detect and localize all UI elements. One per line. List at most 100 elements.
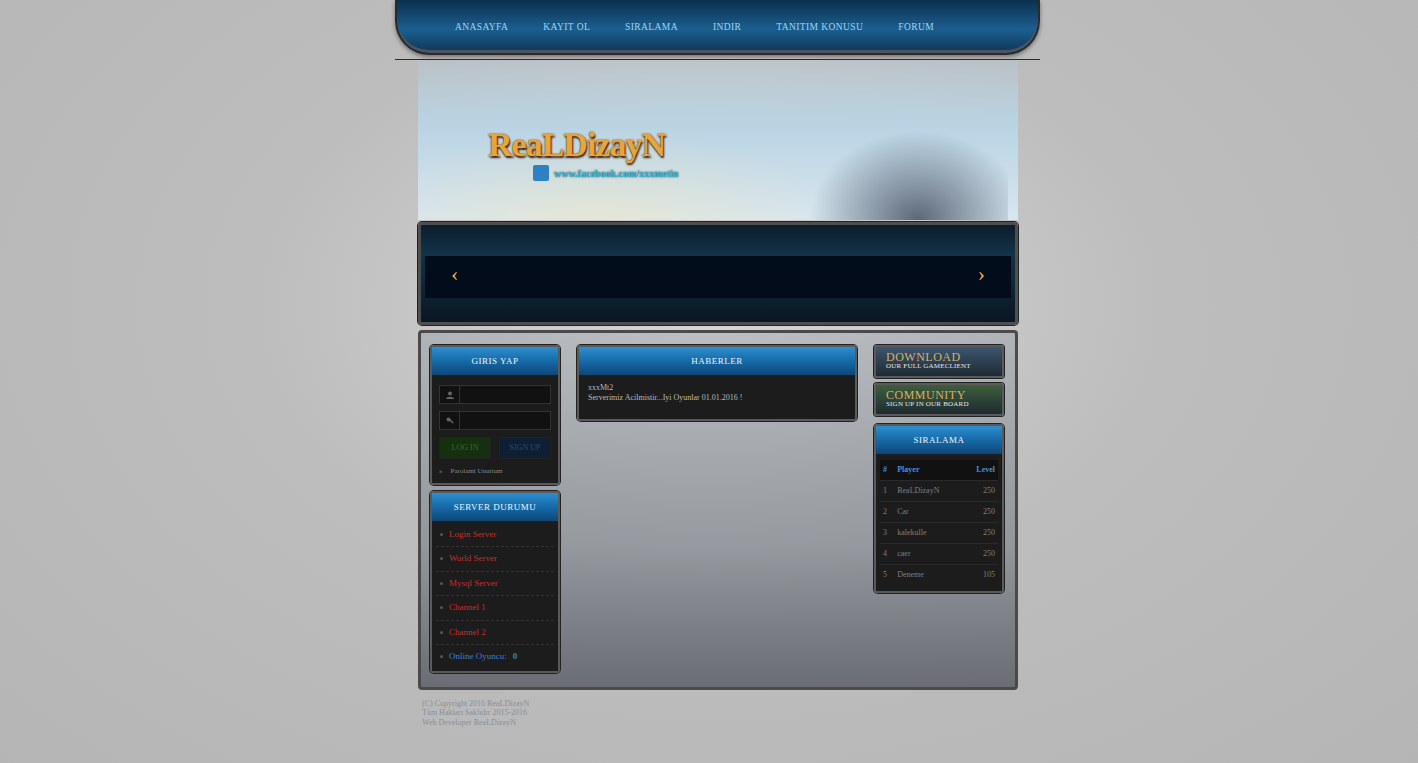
column-header: Level — [963, 460, 998, 481]
ranking-cell: 1 — [880, 481, 894, 502]
hero-art — [808, 130, 1008, 220]
community-button[interactable]: COMMUNITYSIGN UP IN OUR BOARD — [874, 383, 1004, 416]
ranking-cell: 105 — [963, 565, 998, 586]
nav-link[interactable]: INDIR — [713, 0, 741, 53]
ranking-cell: 250 — [963, 523, 998, 544]
slider: ‹› — [418, 222, 1018, 325]
server-row: Channel 1 — [436, 596, 554, 621]
footer-line: (C) Copyright 2016 ReaLDizayN — [422, 699, 1018, 709]
status-dot — [440, 533, 443, 536]
promo-subtitle: OUR FULL GAMECLIENT — [886, 363, 992, 370]
server-row: Channel 2 — [436, 621, 554, 646]
login-field — [439, 385, 551, 404]
ranking-panel: SIRALAMA #PlayerLevel1ReaLDizayN2502Car25… — [874, 424, 1004, 593]
status-dot — [440, 582, 443, 585]
footer-line: Tüm Hakları Saklıdır 2015-2016 — [422, 708, 1018, 718]
forgot-link[interactable]: Parolami Unuttum — [451, 466, 503, 477]
ranking-cell: 250 — [963, 481, 998, 502]
forgot-bullet: » — [439, 466, 443, 477]
ranking-row[interactable]: 1ReaLDizayN250 — [880, 481, 998, 502]
ranking-cell: Car — [894, 502, 963, 523]
ranking-cell: 3 — [880, 523, 894, 544]
promo-subtitle: SIGN UP IN OUR BOARD — [886, 401, 992, 408]
slider-next[interactable]: › — [978, 263, 985, 285]
login-title: GIRIS YAP — [432, 347, 558, 375]
ranking-cell: kalekulle — [894, 523, 963, 544]
ranking-title: SIRALAMA — [876, 426, 1002, 454]
ranking-header: #PlayerLevel — [880, 460, 998, 481]
username-input[interactable] — [460, 386, 550, 403]
server-status-panel: SERVER DURUMU Login Server World Server Mys… — [430, 491, 560, 673]
online-count: 0 — [513, 650, 518, 664]
promo-title: DOWNLOAD — [886, 351, 992, 363]
left-column: GIRIS YAP LOG IN SIGN UP » Parolami Unuttum S… — [430, 345, 560, 679]
login-button[interactable]: LOG IN — [439, 437, 491, 459]
nav-link[interactable]: SIRALAMA — [625, 0, 678, 53]
ranking-table: #PlayerLevel1ReaLDizayN2502Car2503kaleku… — [880, 460, 998, 585]
login-form: LOG IN SIGN UP » Parolami Unuttum — [432, 375, 558, 483]
center-column: HABERLERxxxMt2Serverimiz Acilmistir...Iy… — [577, 345, 857, 679]
column-header: Player — [894, 460, 963, 481]
ranking-cell: Deneme — [894, 565, 963, 586]
ranking-cell: 250 — [963, 544, 998, 565]
promo-title: COMMUNITY — [886, 389, 992, 401]
status-dot — [440, 557, 443, 560]
ranking-cell: caer — [894, 544, 963, 565]
key-icon — [446, 417, 454, 425]
status-dot — [440, 606, 443, 609]
ranking-body: #PlayerLevel1ReaLDizayN2502Car2503kaleku… — [876, 454, 1002, 591]
server-name: Login Server — [449, 528, 496, 542]
online-players: Online Oyuncu: 0 — [436, 645, 554, 669]
content: ReaLDizayNwww.facebook.com/xxxmetin‹›GIR… — [418, 60, 1018, 727]
header-row: #PlayerLevel — [880, 460, 998, 481]
ranking-row[interactable]: 2Car250 — [880, 502, 998, 523]
news-heading: xxxMt2 — [588, 383, 846, 393]
online-label: Online Oyuncu: — [449, 650, 507, 664]
password-input[interactable] — [460, 412, 550, 429]
server-row: World Server — [436, 547, 554, 572]
ranking-cell: 5 — [880, 565, 894, 586]
login-panel: GIRIS YAP LOG IN SIGN UP » Parolami Unuttum — [430, 345, 560, 485]
slider-band — [425, 256, 1011, 298]
news-title: HABERLER — [579, 347, 855, 375]
server-name: Mysql Server — [449, 577, 498, 591]
login-field — [439, 411, 551, 430]
user-icon-cell — [440, 386, 460, 403]
status-dot — [440, 631, 443, 634]
server-name: Channel 1 — [449, 601, 486, 615]
login-buttons: LOG IN SIGN UP — [439, 437, 551, 459]
key-icon-cell — [440, 412, 460, 429]
nav-link[interactable]: KAYIT OL — [543, 0, 590, 53]
server-row: Login Server — [436, 523, 554, 548]
ranking-cell: 250 — [963, 502, 998, 523]
ranking-row[interactable]: 4caer250 — [880, 544, 998, 565]
nav-link[interactable]: ANASAYFA — [455, 0, 508, 53]
signup-button[interactable]: SIGN UP — [499, 437, 551, 459]
page: ANASAYFA KAYIT OL SIRALAMA INDIR TANITIM KON… — [395, 0, 1040, 727]
server-row: Mysql Server — [436, 572, 554, 597]
ranking-cell: 2 — [880, 502, 894, 523]
nav-link[interactable]: FORUM — [898, 0, 934, 53]
main-panel: GIRIS YAP LOG IN SIGN UP » Parolami Unuttum S… — [418, 330, 1018, 690]
ranking-row[interactable]: 5Deneme105 — [880, 565, 998, 586]
server-status-title: SERVER DURUMU — [432, 493, 558, 521]
forgot-password[interactable]: » Parolami Unuttum — [439, 466, 551, 477]
slider-prev[interactable]: ‹ — [451, 263, 458, 285]
server-name: Channel 2 — [449, 626, 486, 640]
ranking-row[interactable]: 3kalekulle250 — [880, 523, 998, 544]
right-column: DOWNLOADOUR FULL GAMECLIENT COMMUNITYSIGN… — [874, 345, 1004, 679]
ranking-rows: 1ReaLDizayN2502Car2503kalekulle2504caer2… — [880, 481, 998, 586]
header-banner: ReaLDizayNwww.facebook.com/xxxmetin — [418, 60, 1018, 220]
footer-line: Web Developer ReaLDizayN — [422, 718, 1018, 728]
user-icon — [446, 391, 454, 399]
footer: (C) Copyright 2016 ReaLDizayNTüm Hakları… — [418, 699, 1018, 728]
download-button[interactable]: DOWNLOADOUR FULL GAMECLIENT — [874, 345, 1004, 378]
nav-link[interactable]: TANITIM KONUSU — [776, 0, 863, 53]
facebook-url[interactable]: www.facebook.com/xxxmetin — [554, 166, 678, 181]
news-panel: HABERLERxxxMt2Serverimiz Acilmistir...Iy… — [577, 345, 857, 421]
facebook-icon — [533, 165, 549, 181]
ranking-cell: 4 — [880, 544, 894, 565]
news-text: Serverimiz Acilmistir...Iyi Oyunlar 01.0… — [588, 393, 846, 403]
top-nav: ANASAYFA KAYIT OL SIRALAMA INDIR TANITIM KON… — [395, 0, 1040, 55]
news-item: xxxMt2Serverimiz Acilmistir...Iyi Oyunla… — [579, 375, 855, 419]
